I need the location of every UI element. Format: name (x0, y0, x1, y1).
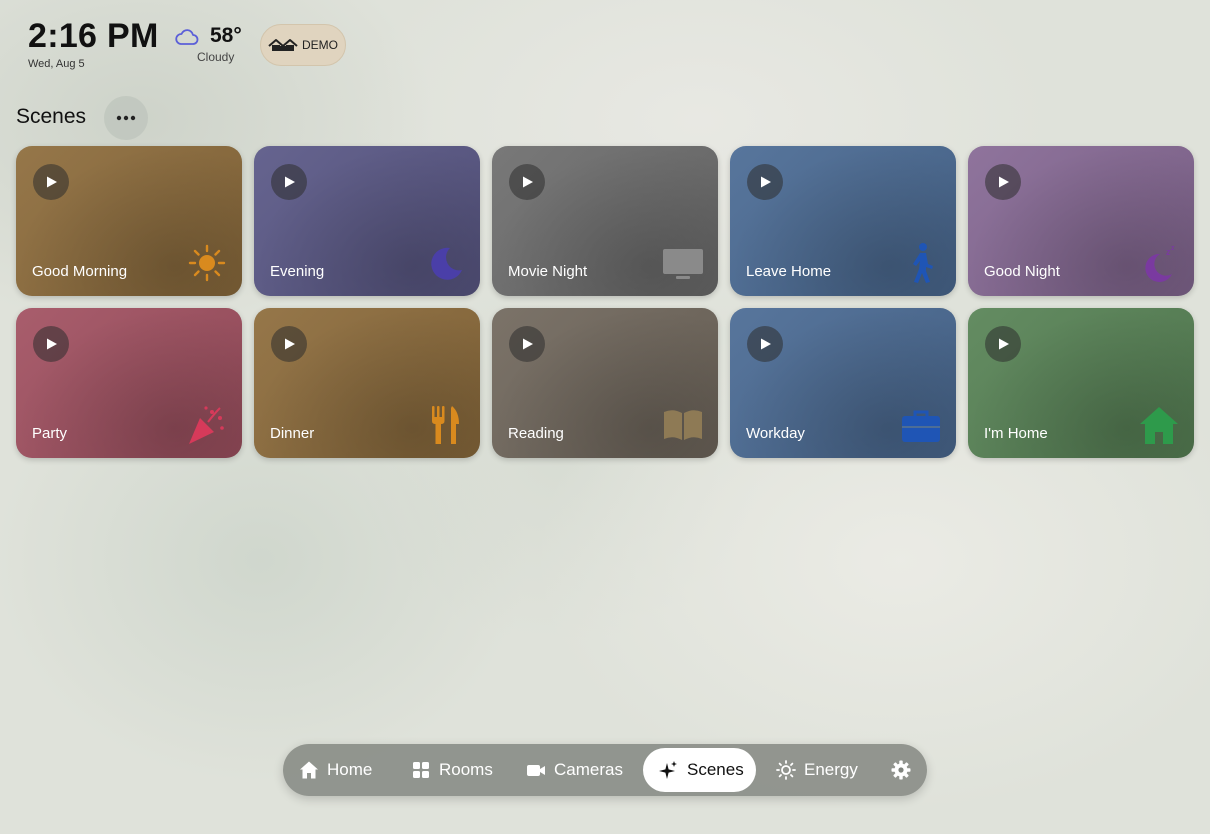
scene-card-good-night[interactable]: Good Night z z (968, 146, 1194, 296)
current-date: Wed, Aug 5 (28, 58, 85, 70)
play-button[interactable] (509, 326, 545, 362)
book-icon (664, 410, 702, 440)
scene-label: Workday (746, 425, 805, 442)
scene-card-workday[interactable]: Workday (730, 308, 956, 458)
tv-icon (663, 249, 703, 279)
more-options-button[interactable] (104, 96, 148, 140)
section-title: Scenes (16, 105, 87, 128)
nav-settings[interactable] (891, 748, 911, 792)
moon-icon (431, 247, 462, 280)
demo-home-button[interactable]: DEMO (260, 24, 346, 66)
play-icon (999, 176, 1009, 188)
nav-label: Home (327, 760, 373, 779)
scene-label: Good Night (984, 263, 1060, 280)
houses-icon (268, 39, 298, 51)
play-icon (999, 338, 1009, 350)
bottom-nav: Home Rooms Cameras Scenes Energy (283, 744, 927, 796)
nav-scenes[interactable]: Scenes (643, 748, 756, 792)
scene-label: Movie Night (508, 263, 588, 280)
nav-label: Rooms (439, 760, 493, 779)
play-button[interactable] (509, 164, 545, 200)
temperature: 58° (210, 24, 242, 47)
cloud-icon (175, 29, 199, 45)
sun-icon (776, 760, 796, 780)
play-button[interactable] (747, 164, 783, 200)
scene-card-evening[interactable]: Evening (254, 146, 480, 296)
sun-icon (188, 244, 226, 282)
fork-knife-icon (432, 406, 459, 444)
svg-text:z: z (1171, 245, 1175, 252)
play-button[interactable] (271, 326, 307, 362)
scene-card-party[interactable]: Party (16, 308, 242, 458)
weather-condition: Cloudy (197, 50, 235, 64)
scene-label: Party (32, 425, 68, 442)
scene-card-movie-night[interactable]: Movie Night (492, 146, 718, 296)
sparkles-icon (659, 761, 677, 779)
play-icon (523, 176, 533, 188)
video-camera-icon (527, 765, 545, 776)
scene-label: Leave Home (746, 263, 832, 280)
play-button[interactable] (985, 164, 1021, 200)
scene-label: I'm Home (984, 425, 1048, 442)
play-icon (523, 338, 533, 350)
gear-icon (891, 760, 911, 780)
play-icon (47, 176, 57, 188)
scene-card-im-home[interactable]: I'm Home (968, 308, 1194, 458)
scene-label: Good Morning (32, 263, 128, 280)
play-icon (761, 338, 771, 350)
nav-cameras[interactable]: Cameras (526, 748, 623, 792)
play-button[interactable] (33, 164, 69, 200)
house-icon (1140, 407, 1178, 444)
nav-label: Scenes (687, 760, 744, 779)
nav-rooms[interactable]: Rooms (411, 748, 493, 792)
nav-label: Energy (804, 760, 858, 779)
scene-card-leave-home[interactable]: Leave Home (730, 146, 956, 296)
scene-label: Dinner (270, 425, 315, 442)
more-horizontal-icon (116, 115, 136, 121)
nav-home[interactable]: Home (299, 748, 372, 792)
play-button[interactable] (33, 326, 69, 362)
play-button[interactable] (747, 326, 783, 362)
play-icon (47, 338, 57, 350)
weather-widget[interactable]: 58° Cloudy (175, 24, 255, 70)
briefcase-icon (902, 410, 940, 442)
party-popper-icon (189, 406, 224, 444)
clock: 2:16 PM Wed, Aug 5 (28, 16, 159, 70)
scene-card-good-morning[interactable]: Good Morning (16, 146, 242, 296)
nav-label: Cameras (554, 760, 623, 779)
play-icon (761, 176, 771, 188)
scene-card-dinner[interactable]: Dinner (254, 308, 480, 458)
grid-icon (413, 762, 429, 778)
moon-sleep-icon: z z (1145, 245, 1175, 282)
scene-label: Evening (270, 263, 325, 280)
nav-energy[interactable]: Energy (776, 748, 858, 792)
play-icon (285, 338, 295, 350)
scenes-grid: Good Morning Evening Movie Night Leave H… (16, 146, 1194, 458)
walking-person-icon (913, 243, 933, 283)
demo-label: DEMO (302, 38, 338, 52)
play-button[interactable] (985, 326, 1021, 362)
scene-card-reading[interactable]: Reading (492, 308, 718, 458)
house-icon (300, 761, 318, 779)
scene-label: Reading (508, 425, 564, 442)
current-time: 2:16 PM (28, 17, 159, 55)
play-icon (285, 176, 295, 188)
play-button[interactable] (271, 164, 307, 200)
